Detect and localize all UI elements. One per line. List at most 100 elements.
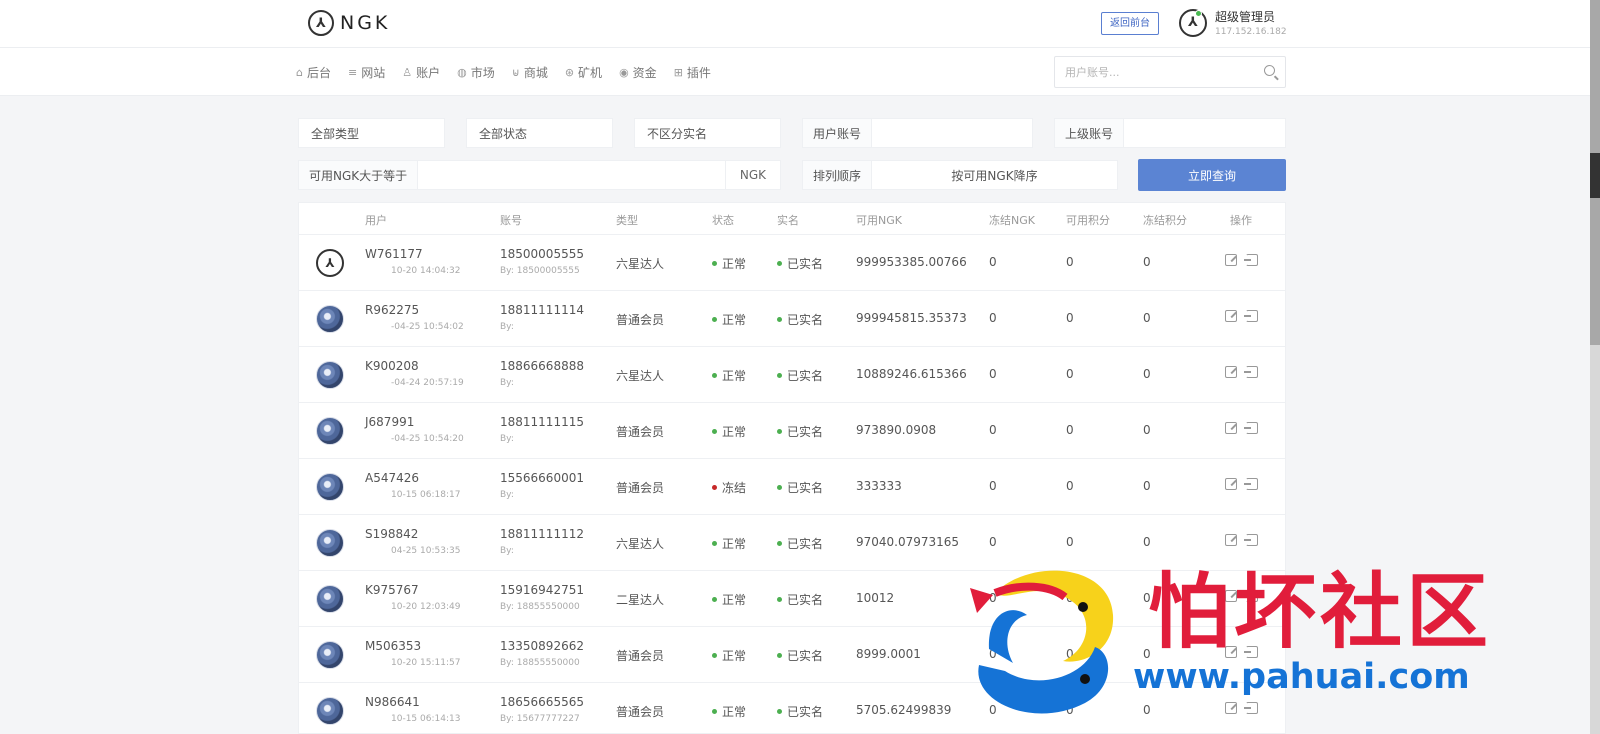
login-as-user-icon[interactable] [1244, 254, 1258, 266]
available-points: 0 [1066, 647, 1074, 661]
user-avatar[interactable]: ⅄ [316, 249, 344, 277]
frozen-ngk: 0 [989, 311, 997, 325]
list-icon: ≡ [348, 65, 358, 79]
user-avatar[interactable] [316, 417, 344, 445]
user-id[interactable]: W761177 [365, 247, 423, 261]
login-as-user-icon[interactable] [1244, 646, 1258, 658]
sort-select[interactable]: 按可用NGK降序 [872, 161, 1117, 189]
search-icon[interactable] [1264, 65, 1275, 76]
user-id[interactable]: K975767 [365, 583, 419, 597]
referrer: By: [500, 546, 514, 556]
user-id[interactable]: N986641 [365, 695, 420, 709]
page-scrollbar[interactable] [1590, 0, 1600, 734]
available-points: 0 [1066, 255, 1074, 269]
header-available-points: 可用积分 [1066, 214, 1110, 227]
status-text: 冻结 [722, 481, 747, 495]
nav-item-home[interactable]: ⌂ 后台 [296, 64, 331, 81]
user-id[interactable]: A547426 [365, 471, 419, 485]
ngk-min-input[interactable] [418, 161, 725, 189]
edit-icon[interactable] [1225, 366, 1237, 378]
nav-item-market[interactable]: ◍ 市场 [457, 64, 495, 81]
user-avatar[interactable] [316, 529, 344, 557]
edit-icon[interactable] [1225, 702, 1237, 714]
user-search-input[interactable] [1055, 57, 1245, 87]
table-row: J687991 -04-25 10:54:20 18811111115 By: … [299, 403, 1285, 459]
nav-label: 资金 [632, 65, 657, 80]
nav-item-mall[interactable]: ⊌ 商城 [512, 64, 548, 81]
user-avatar[interactable] [316, 585, 344, 613]
referrer: By: [500, 322, 514, 332]
user-id[interactable]: S198842 [365, 527, 418, 541]
admin-ip: 117.152.16.182 [1215, 27, 1287, 37]
realname-text: 已实名 [787, 649, 824, 663]
status-dot [712, 429, 717, 434]
user-avatar[interactable] [316, 641, 344, 669]
user-id[interactable]: M506353 [365, 639, 421, 653]
status-dot [712, 653, 717, 658]
ngk-logo[interactable]: ⅄ NGK [308, 10, 390, 36]
status-dot [712, 485, 717, 490]
user-avatar[interactable] [316, 473, 344, 501]
scroll-handle[interactable] [1590, 153, 1600, 198]
header-realname: 实名 [777, 214, 799, 227]
row-actions [1225, 590, 1258, 602]
login-as-user-icon[interactable] [1244, 534, 1258, 546]
realname-text: 已实名 [787, 705, 824, 719]
nav-item-mining[interactable]: ⊛ 矿机 [565, 64, 602, 81]
globe-icon: ◍ [457, 65, 467, 79]
type-select[interactable]: 全部类型 [298, 118, 445, 148]
user-avatar[interactable] [316, 361, 344, 389]
available-ngk: 10889246.615366 [856, 367, 967, 381]
nav-item-funds[interactable]: ◉ 资金 [619, 64, 657, 81]
back-to-frontend-button[interactable]: 返回前台 [1101, 12, 1159, 35]
query-button[interactable]: 立即查询 [1138, 159, 1286, 191]
realname-dot [777, 485, 782, 490]
edit-icon[interactable] [1225, 590, 1237, 602]
online-status-dot [1195, 9, 1202, 17]
account-number: 15916942751 [500, 583, 584, 597]
available-ngk: 10012 [856, 591, 895, 605]
edit-icon[interactable] [1225, 254, 1237, 266]
user-id[interactable]: K900208 [365, 359, 419, 373]
user-avatar[interactable] [316, 697, 344, 725]
admin-name: 超级管理员 [1215, 10, 1276, 24]
login-as-user-icon[interactable] [1244, 310, 1258, 322]
edit-icon[interactable] [1225, 646, 1237, 658]
register-time: -04-25 10:54:20 [391, 434, 464, 444]
login-as-user-icon[interactable] [1244, 478, 1258, 490]
status-text: 正常 [722, 369, 747, 383]
realname-select[interactable]: 不区分实名 [634, 118, 781, 148]
frozen-ngk: 0 [989, 535, 997, 549]
user-avatar[interactable] [316, 305, 344, 333]
nav-item-accounts[interactable]: ♙ 账户 [402, 64, 440, 81]
nav-item-plugins[interactable]: ⊞ 插件 [674, 64, 711, 81]
table-row: M506353 10-20 15:11:57 13350892662 By: 1… [299, 627, 1285, 683]
user-id[interactable]: J687991 [365, 415, 414, 429]
user-id[interactable]: R962275 [365, 303, 419, 317]
table-row: K975767 10-20 12:03:49 15916942751 By: 1… [299, 571, 1285, 627]
admin-profile[interactable]: ⅄ 超级管理员 117.152.16.182 [1179, 8, 1287, 37]
login-as-user-icon[interactable] [1244, 702, 1258, 714]
account-filter-input[interactable] [872, 119, 1032, 147]
status-select[interactable]: 全部状态 [466, 118, 613, 148]
realname-dot [777, 429, 782, 434]
status-select-value: 全部状态 [479, 126, 528, 141]
login-as-user-icon[interactable] [1244, 422, 1258, 434]
login-as-user-icon[interactable] [1244, 366, 1258, 378]
member-type: 二星达人 [616, 593, 665, 607]
available-points: 0 [1066, 479, 1074, 493]
frozen-ngk: 0 [989, 591, 997, 605]
realname-status: 已实名 [777, 423, 823, 440]
account-number: 18811111115 [500, 415, 584, 429]
edit-icon[interactable] [1225, 310, 1237, 322]
status-text: 正常 [722, 313, 747, 327]
edit-icon[interactable] [1225, 422, 1237, 434]
register-time: -04-25 10:54:02 [391, 322, 464, 332]
realname-status: 已实名 [777, 591, 823, 608]
login-as-user-icon[interactable] [1244, 590, 1258, 602]
status-text: 正常 [722, 257, 747, 271]
edit-icon[interactable] [1225, 478, 1237, 490]
nav-item-website[interactable]: ≡ 网站 [348, 64, 385, 81]
edit-icon[interactable] [1225, 534, 1237, 546]
parent-account-input[interactable] [1124, 119, 1285, 147]
